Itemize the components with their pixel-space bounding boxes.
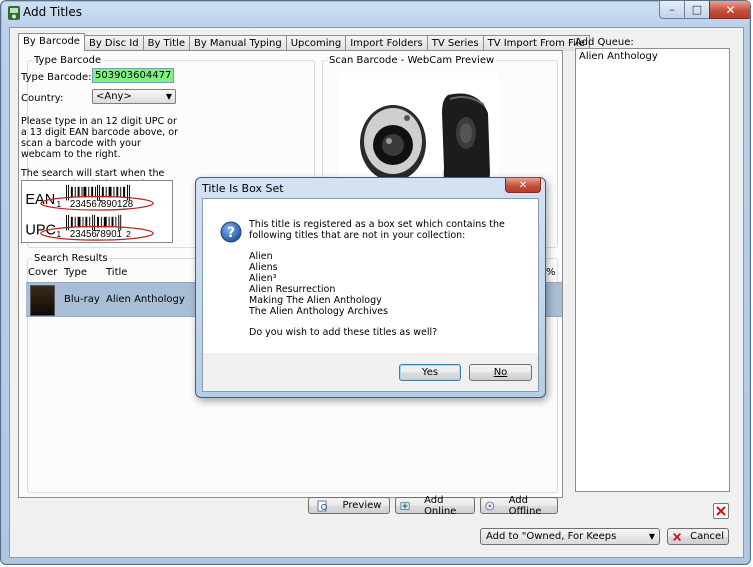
collection-target-select[interactable]: Add to "Owned, For Keeps ▼ <box>480 528 660 545</box>
country-select[interactable]: <Any> ▼ <box>92 89 176 104</box>
tab-tv-series[interactable]: TV Series <box>426 35 484 51</box>
search-results-group-title: Search Results <box>34 253 108 264</box>
list-item: Aliens <box>249 262 278 273</box>
add-queue-label: Add Queue: <box>575 37 634 48</box>
tab-by-disc-id[interactable]: By Disc Id <box>83 35 144 51</box>
window-title: Add Titles <box>23 5 83 19</box>
tab-tv-import-from-file[interactable]: TV Import From File <box>482 35 590 51</box>
add-offline-icon <box>485 501 495 510</box>
ean-digits-mid: 234567 <box>70 199 102 210</box>
upc-check-digit: 2 <box>126 229 131 239</box>
box-set-titles-list: Alien Aliens Alien³ Alien Resurrection M… <box>249 251 529 317</box>
cancel-button-label: Cancel <box>690 531 724 542</box>
add-offline-button-label: Add Offline <box>508 494 542 517</box>
tab-by-barcode[interactable]: By Barcode <box>18 33 85 51</box>
list-item: Alien Resurrection <box>249 284 336 295</box>
scan-barcode-group-title: Scan Barcode - WebCam Preview <box>329 55 495 66</box>
type-barcode-group-title: Type Barcode <box>34 55 102 66</box>
question-icon: ? <box>220 221 242 243</box>
red-x-icon <box>716 506 726 516</box>
app-icon <box>8 6 20 20</box>
add-offline-button[interactable]: Add Offline <box>480 494 558 517</box>
chevron-down-icon: ▼ <box>165 92 172 101</box>
svg-text:?: ? <box>227 225 235 241</box>
column-percent[interactable]: % <box>546 267 556 278</box>
list-item: Alien³ <box>249 273 277 284</box>
row-type: Blu-ray <box>64 294 100 305</box>
list-item: The Alien Anthology Archives <box>249 306 389 317</box>
dialog-content: ? This title is registered as a box set … <box>203 199 538 353</box>
column-cover[interactable]: Cover <box>28 267 57 278</box>
dialog-message-text: This title is registered as a box set wh… <box>249 219 505 241</box>
list-item: Alien <box>249 251 273 262</box>
dialog-body: ? This title is registered as a box set … <box>202 198 539 392</box>
preview-button-label: Preview <box>342 500 382 511</box>
upc-digits-mid: 23456 <box>70 229 97 240</box>
upc-label: UPC <box>25 222 56 238</box>
minimize-button[interactable]: – <box>659 1 685 19</box>
tab-import-folders[interactable]: Import Folders <box>345 35 428 51</box>
preview-button[interactable]: Preview <box>308 497 390 514</box>
add-queue-list[interactable]: Alien Anthology <box>575 48 730 492</box>
collection-target-value: Add to "Owned, For Keeps <box>486 531 617 542</box>
row-title: Alien Anthology <box>106 294 185 305</box>
barcode-label: Type Barcode: <box>21 72 92 83</box>
list-item[interactable]: Alien Anthology <box>579 51 726 62</box>
instructions-text-1: Please type in an 12 digit UPC or a 13 d… <box>21 116 179 160</box>
tab-upcoming[interactable]: Upcoming <box>285 35 347 51</box>
add-online-button-label: Add Online <box>424 494 457 517</box>
ean-bars-icon <box>66 184 130 201</box>
no-button[interactable]: No <box>469 364 532 381</box>
remove-from-queue-button[interactable] <box>713 503 729 519</box>
tab-by-title[interactable]: By Title <box>142 35 190 51</box>
cover-thumbnail-icon <box>30 285 55 316</box>
close-button[interactable]: ✕ <box>709 1 750 19</box>
cancel-button[interactable]: Cancel <box>667 528 729 545</box>
add-online-button[interactable]: Add Online <box>395 494 475 517</box>
tab-strip: By Barcode By Disc Id By Title By Manual… <box>18 33 590 51</box>
box-set-dialog: Title Is Box Set ✕ ? This title is regis… <box>195 177 546 398</box>
chevron-down-icon: ▼ <box>648 532 655 541</box>
cancel-x-icon <box>673 532 682 541</box>
title-bar[interactable]: Add Titles – □ ✕ <box>1 1 750 25</box>
column-type[interactable]: Type <box>64 267 87 278</box>
preview-icon <box>317 500 327 511</box>
dialog-close-button[interactable]: ✕ <box>505 178 541 193</box>
add-online-icon <box>400 501 410 510</box>
column-title[interactable]: Title <box>106 267 127 278</box>
dialog-question: Do you wish to add these titles as well? <box>249 327 438 338</box>
list-item: Making The Alien Anthology <box>249 295 382 306</box>
dialog-message: This title is registered as a box set wh… <box>249 219 529 338</box>
country-label: Country: <box>21 93 64 104</box>
country-select-value: <Any> <box>96 91 132 102</box>
tab-by-manual-typing[interactable]: By Manual Typing <box>188 35 287 51</box>
barcode-example-image: EAN 1 234567 890128 UPC 1 23456 78901 2 <box>21 180 173 243</box>
upc-digits-last: 78901 <box>95 229 122 240</box>
barcode-input[interactable] <box>92 68 174 83</box>
yes-button[interactable]: Yes <box>399 364 461 381</box>
dialog-title: Title Is Box Set <box>202 182 284 195</box>
ean-label: EAN <box>25 192 55 208</box>
upc-bars-icon <box>66 214 122 231</box>
maximize-button[interactable]: □ <box>684 1 710 19</box>
